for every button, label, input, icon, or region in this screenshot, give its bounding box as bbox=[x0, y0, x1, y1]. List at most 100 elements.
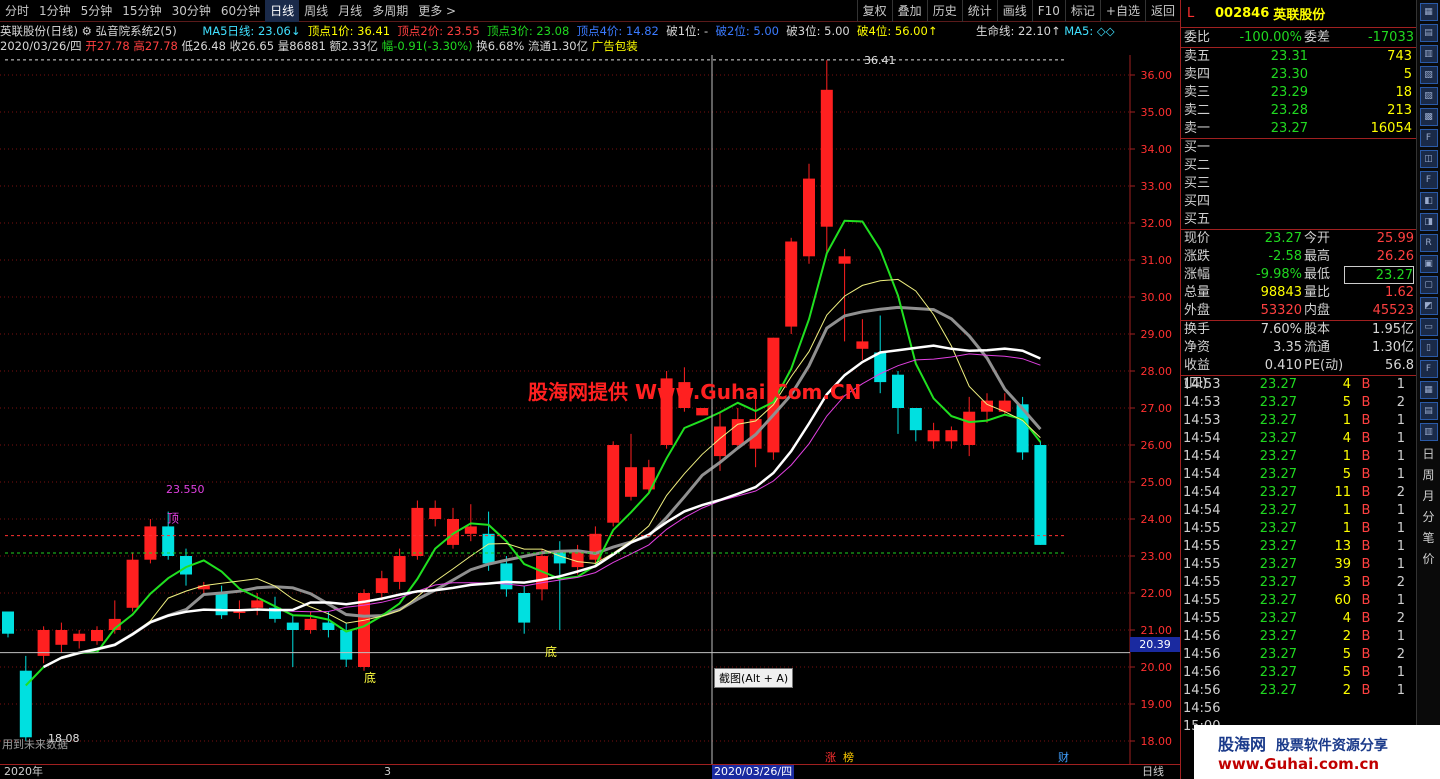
settings-icon[interactable]: ⚙ bbox=[82, 24, 92, 38]
tick-row: 14:56 23.27 5 B 1 bbox=[1181, 664, 1416, 682]
top3-value: 顶点3价: 23.08 bbox=[487, 24, 570, 38]
break1-value: 破1位: - bbox=[666, 24, 709, 38]
toolbar-action-button[interactable]: 统计 bbox=[961, 0, 997, 22]
ma5b-value: MA5: ◇◇ bbox=[1064, 24, 1115, 38]
toolbar-action-button[interactable]: 标记 bbox=[1064, 0, 1100, 22]
ma-lightyellow-line bbox=[43, 278, 1041, 668]
toolbar-action-button[interactable]: +自选 bbox=[1099, 0, 1145, 22]
tool-icon[interactable]: ▨ bbox=[1419, 87, 1438, 105]
toolbar-action-button[interactable]: 画线 bbox=[996, 0, 1032, 22]
period-tab[interactable]: 1分钟 bbox=[34, 0, 76, 22]
tick-count: 1 bbox=[1396, 557, 1405, 572]
candle-body bbox=[607, 445, 620, 523]
period-tab[interactable]: 15分钟 bbox=[117, 0, 166, 22]
period-tab[interactable]: 5分钟 bbox=[76, 0, 118, 22]
tick-volume: 5 bbox=[1342, 665, 1351, 680]
period-tab[interactable]: 30分钟 bbox=[167, 0, 216, 22]
tick-price: 23.27 bbox=[1259, 539, 1297, 554]
period-tab[interactable]: 60分钟 bbox=[216, 0, 265, 22]
tick-time: 14:55 bbox=[1183, 575, 1221, 590]
period-tab[interactable]: 日线 bbox=[265, 0, 300, 22]
period-switch-button[interactable]: 笔 bbox=[1417, 528, 1440, 549]
tool-icon[interactable]: F bbox=[1419, 129, 1438, 147]
tick-count: 2 bbox=[1396, 647, 1405, 662]
tool-icon[interactable]: ▥ bbox=[1419, 423, 1438, 441]
toolbar-action-button[interactable]: F10 bbox=[1031, 0, 1065, 22]
y-tick-label: 30.00 bbox=[1141, 291, 1173, 304]
info-sector[interactable]: 广告包装 bbox=[592, 39, 638, 53]
tick-side: B bbox=[1361, 449, 1371, 464]
info-volume: 量86881 bbox=[277, 39, 326, 53]
stock-name: 英联股份 bbox=[1273, 8, 1326, 23]
candle-body bbox=[144, 526, 157, 560]
tool-icon[interactable]: ▯ bbox=[1419, 339, 1438, 357]
tool-icon[interactable]: ▦ bbox=[1419, 3, 1438, 21]
indicator-name[interactable]: 弘音院系统2(5) bbox=[96, 24, 177, 38]
y-tick-label: 18.00 bbox=[1141, 735, 1173, 748]
order-volume: 16054 bbox=[1370, 121, 1412, 136]
period-tab[interactable]: 分时 bbox=[0, 0, 34, 22]
tool-icon[interactable]: ▣ bbox=[1419, 255, 1438, 273]
period-tab[interactable]: 月线 bbox=[333, 0, 367, 22]
tool-icon[interactable]: ▤ bbox=[1419, 24, 1438, 42]
y-tick-label: 20.00 bbox=[1141, 661, 1173, 674]
tool-icon[interactable]: ▧ bbox=[1419, 66, 1438, 84]
top2-value: 顶点2价: 23.55 bbox=[397, 24, 480, 38]
tool-icon[interactable]: ◩ bbox=[1419, 297, 1438, 315]
period-switch-button[interactable]: 周 bbox=[1417, 465, 1440, 486]
candlestick-chart[interactable]: 36.00 35.00 34.00 33.00 32.00 31.00 30.00 29.00… bbox=[0, 55, 1180, 765]
buy-row: 买三 bbox=[1181, 175, 1416, 193]
tool-icon[interactable]: ▤ bbox=[1419, 402, 1438, 420]
tick-row: 14:55 23.27 1 B 1 bbox=[1181, 520, 1416, 538]
period-switch-button[interactable]: 分 bbox=[1417, 507, 1440, 528]
tool-icon[interactable]: ▥ bbox=[1419, 45, 1438, 63]
order-label: 卖四 bbox=[1184, 67, 1211, 82]
tool-icon[interactable]: ▦ bbox=[1419, 381, 1438, 399]
tool-icon[interactable]: R bbox=[1419, 234, 1438, 252]
y-tick-label: 23.00 bbox=[1141, 550, 1173, 563]
chart-canvas[interactable]: 36.00 35.00 34.00 33.00 32.00 31.00 30.00 29.00… bbox=[0, 55, 1180, 765]
tick-count: 2 bbox=[1396, 485, 1405, 500]
period-switch-button[interactable]: 日 bbox=[1417, 444, 1440, 465]
tick-list[interactable]: 14:53 23.27 4 B 1 14:53 23.27 5 B 2 14:53 23.27 1 B 1 1… bbox=[1181, 376, 1416, 736]
toolbar-action-button[interactable]: 叠加 bbox=[891, 0, 927, 22]
candle-body bbox=[927, 430, 940, 442]
tick-row: 14:56 23.27 2 B 1 bbox=[1181, 628, 1416, 646]
tool-icon[interactable]: ◫ bbox=[1419, 150, 1438, 168]
stat-row: 净资 3.35 流通 1.30亿 bbox=[1181, 339, 1416, 357]
tool-icon[interactable]: ▢ bbox=[1419, 276, 1438, 294]
tick-price: 23.27 bbox=[1259, 593, 1297, 608]
stock-title[interactable]: 英联股份(日线) bbox=[0, 24, 78, 38]
period-tab[interactable]: 更多 > bbox=[413, 0, 461, 22]
tool-icon[interactable]: ◨ bbox=[1419, 213, 1438, 231]
stat-label: 收益(四) bbox=[1184, 358, 1211, 391]
toolbar-action-button[interactable]: 历史 bbox=[926, 0, 962, 22]
time-label-period[interactable]: 日线 bbox=[1142, 765, 1164, 779]
period-switch-button[interactable]: 价 bbox=[1417, 549, 1440, 570]
tick-price: 23.27 bbox=[1259, 611, 1297, 626]
tool-icon[interactable]: ◧ bbox=[1419, 192, 1438, 210]
candle-body bbox=[340, 630, 353, 660]
y-tick-label: 28.00 bbox=[1141, 365, 1173, 378]
tool-icon[interactable]: ▩ bbox=[1419, 108, 1438, 126]
tool-icon[interactable]: F bbox=[1419, 360, 1438, 378]
tool-icon[interactable]: F bbox=[1419, 171, 1438, 189]
period-switch-button[interactable]: 月 bbox=[1417, 486, 1440, 507]
y-tick-label: 32.00 bbox=[1141, 217, 1173, 230]
lifeline-value: 生命线: 22.10↑ bbox=[976, 24, 1061, 38]
stat-row: 换手 7.60% 股本 1.95亿 bbox=[1181, 321, 1416, 339]
tick-price: 23.27 bbox=[1259, 413, 1297, 428]
tick-volume: 2 bbox=[1342, 629, 1351, 644]
tick-time: 14:54 bbox=[1183, 485, 1221, 500]
tick-count: 1 bbox=[1396, 521, 1405, 536]
tool-icon[interactable]: ▭ bbox=[1419, 318, 1438, 336]
tick-count bbox=[1381, 700, 1405, 718]
screenshot-tooltip: 截图(Alt + A) bbox=[714, 668, 794, 688]
tick-price: 23.27 bbox=[1259, 647, 1297, 662]
period-tab[interactable]: 多周期 bbox=[367, 0, 413, 22]
toolbar-action-button[interactable]: 返回 bbox=[1144, 0, 1180, 22]
toolbar-action-button[interactable]: 复权 bbox=[856, 0, 892, 22]
stat-label: 股本 bbox=[1304, 322, 1331, 337]
y-tick-label: 35.00 bbox=[1141, 106, 1173, 119]
period-tab[interactable]: 周线 bbox=[299, 0, 333, 22]
